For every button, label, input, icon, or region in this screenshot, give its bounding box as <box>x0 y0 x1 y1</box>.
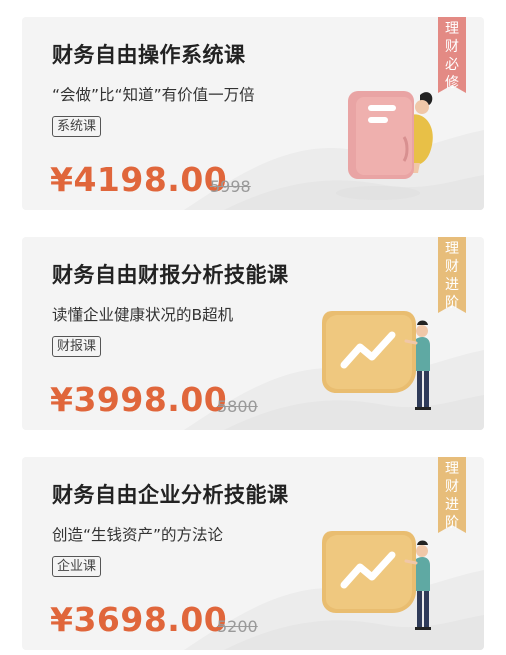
course-subtitle: 读懂企业健康状况的B超机 <box>52 306 234 324</box>
course-price: ¥3698.00 <box>50 600 228 639</box>
course-subtitle: “会做”比“知道”有价值一万倍 <box>52 86 255 104</box>
course-old-price: 5800 <box>217 397 258 416</box>
course-tag: 系统课 <box>52 116 102 137</box>
course-tag: 财报课 <box>52 336 102 357</box>
course-title: 财务自由企业分析技能课 <box>52 483 289 507</box>
course-price: ¥3998.00 <box>50 380 228 419</box>
trend-chart-icon <box>322 311 431 410</box>
course-subtitle: 创造“生钱资产”的方法论 <box>52 526 224 544</box>
course-card-3[interactable]: 财务自由企业分析技能课 创造“生钱资产”的方法论 企业课 ¥3698.00 52… <box>22 457 484 650</box>
course-old-price: 5998 <box>210 177 251 196</box>
course-card-1[interactable]: 财务自由操作系统课 “会做”比“知道”有价值一万倍 系统课 ¥4198.00 5… <box>22 17 484 210</box>
course-price: ¥4198.00 <box>50 160 228 199</box>
course-title: 财务自由财报分析技能课 <box>52 263 289 287</box>
course-title: 财务自由操作系统课 <box>52 43 246 67</box>
trend-chart-icon <box>322 531 431 630</box>
course-old-price: 5200 <box>217 617 258 636</box>
course-tag: 企业课 <box>52 556 102 577</box>
ribbon-label: 理财必修 <box>445 21 459 91</box>
document-icon <box>336 91 433 200</box>
course-ribbon: 理财必修 <box>438 17 466 93</box>
course-card-2[interactable]: 财务自由财报分析技能课 读懂企业健康状况的B超机 财报课 ¥3998.00 58… <box>22 237 484 430</box>
